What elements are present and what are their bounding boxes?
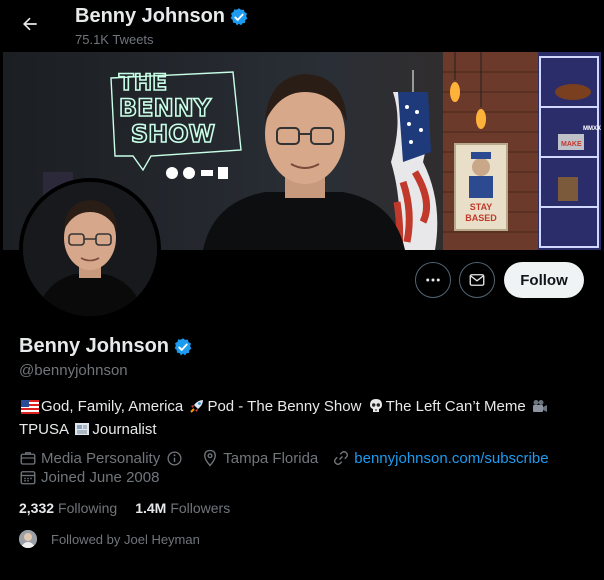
following-count: 2,332 bbox=[19, 500, 55, 516]
rocket-icon bbox=[189, 398, 205, 420]
poster-text-stay: STAY bbox=[470, 202, 493, 212]
bio-part-4: TPUSA bbox=[19, 421, 69, 438]
profile-meta-row-1: Media Personality Tampa Florida bennyjoh… bbox=[19, 449, 563, 467]
more-icon bbox=[426, 278, 440, 282]
profile-handle: @bennyjohnson bbox=[19, 362, 128, 379]
shelf-hat-label: MAKE bbox=[561, 141, 582, 148]
header-title: Benny Johnson bbox=[75, 5, 249, 28]
joined-text: Joined June 2008 bbox=[41, 468, 160, 486]
profile-meta-row-2: Joined June 2008 bbox=[19, 468, 173, 486]
bio-part-2: Pod - The Benny Show bbox=[207, 398, 362, 415]
verified-badge-icon[interactable] bbox=[173, 337, 193, 357]
follow-button[interactable]: Follow bbox=[504, 262, 584, 298]
profile-name: Benny Johnson bbox=[19, 335, 170, 357]
neon-benny: BENNY bbox=[119, 94, 212, 122]
skull-icon bbox=[368, 398, 384, 420]
location-item: Tampa Florida bbox=[201, 449, 318, 467]
followers-link[interactable]: 1.4M Followers bbox=[135, 500, 230, 516]
bio-part-5: Journalist bbox=[92, 421, 157, 438]
following-link[interactable]: 2,332 Following bbox=[19, 500, 117, 516]
location-text: Tampa Florida bbox=[223, 449, 319, 467]
film-camera-icon bbox=[532, 398, 548, 420]
newspaper-icon bbox=[74, 421, 90, 443]
iheart-icon bbox=[218, 167, 228, 179]
following-label: Following bbox=[58, 500, 118, 516]
followed-by-row[interactable]: Followed by Joel Heyman bbox=[19, 530, 200, 548]
joined-item: Joined June 2008 bbox=[19, 468, 159, 486]
bio-part-1: God, Family, America bbox=[41, 398, 184, 415]
more-button[interactable] bbox=[415, 262, 451, 298]
shelf-label: MMXX bbox=[583, 126, 601, 132]
profile-avatar[interactable] bbox=[19, 178, 161, 320]
info-icon[interactable] bbox=[166, 450, 183, 467]
message-button[interactable] bbox=[459, 262, 495, 298]
header-name: Benny Johnson bbox=[75, 5, 226, 27]
followed-by-text: Followed by Joel Heyman bbox=[51, 531, 200, 547]
calendar-icon bbox=[20, 471, 36, 485]
website-link[interactable]: bennyjohnson.com/subscribe bbox=[354, 450, 548, 467]
follower-avatar bbox=[19, 530, 37, 548]
neon-the: THE bbox=[119, 71, 167, 96]
bio-line-1: God, Family, America Pod - The Benny Sho… bbox=[19, 397, 585, 420]
top-bar: Benny Johnson 75.1K Tweets bbox=[0, 0, 604, 52]
followers-count: 1.4M bbox=[135, 500, 167, 516]
google-podcasts-icon bbox=[201, 170, 213, 176]
apple-podcasts-icon bbox=[166, 167, 178, 179]
location-pin-icon bbox=[204, 449, 217, 467]
follow-stats: 2,332 Following 1.4M Followers bbox=[19, 500, 230, 516]
link-icon bbox=[334, 450, 349, 466]
us-flag-icon bbox=[21, 400, 39, 420]
bio-part-3: The Left Can’t Meme bbox=[385, 398, 526, 415]
poster-text-based: BASED bbox=[465, 213, 497, 223]
arrow-left-icon bbox=[23, 17, 37, 31]
followers-label: Followers bbox=[170, 500, 231, 516]
category-text: Media Personality bbox=[41, 449, 161, 467]
spotify-icon bbox=[183, 167, 195, 179]
profile-name-row: Benny Johnson bbox=[19, 335, 193, 358]
tweet-count: 75.1K Tweets bbox=[75, 32, 154, 47]
website-item: bennyjohnson.com/subscribe bbox=[332, 449, 549, 467]
briefcase-icon bbox=[20, 452, 36, 465]
category-item: Media Personality bbox=[19, 449, 187, 467]
verified-badge-icon bbox=[229, 7, 249, 27]
bio-line-2: TPUSA Journalist bbox=[19, 420, 585, 443]
profile-bio: God, Family, America Pod - The Benny Sho… bbox=[19, 397, 585, 443]
envelope-icon bbox=[469, 274, 485, 286]
neon-show: SHOW bbox=[131, 120, 215, 148]
back-button[interactable] bbox=[16, 10, 44, 38]
